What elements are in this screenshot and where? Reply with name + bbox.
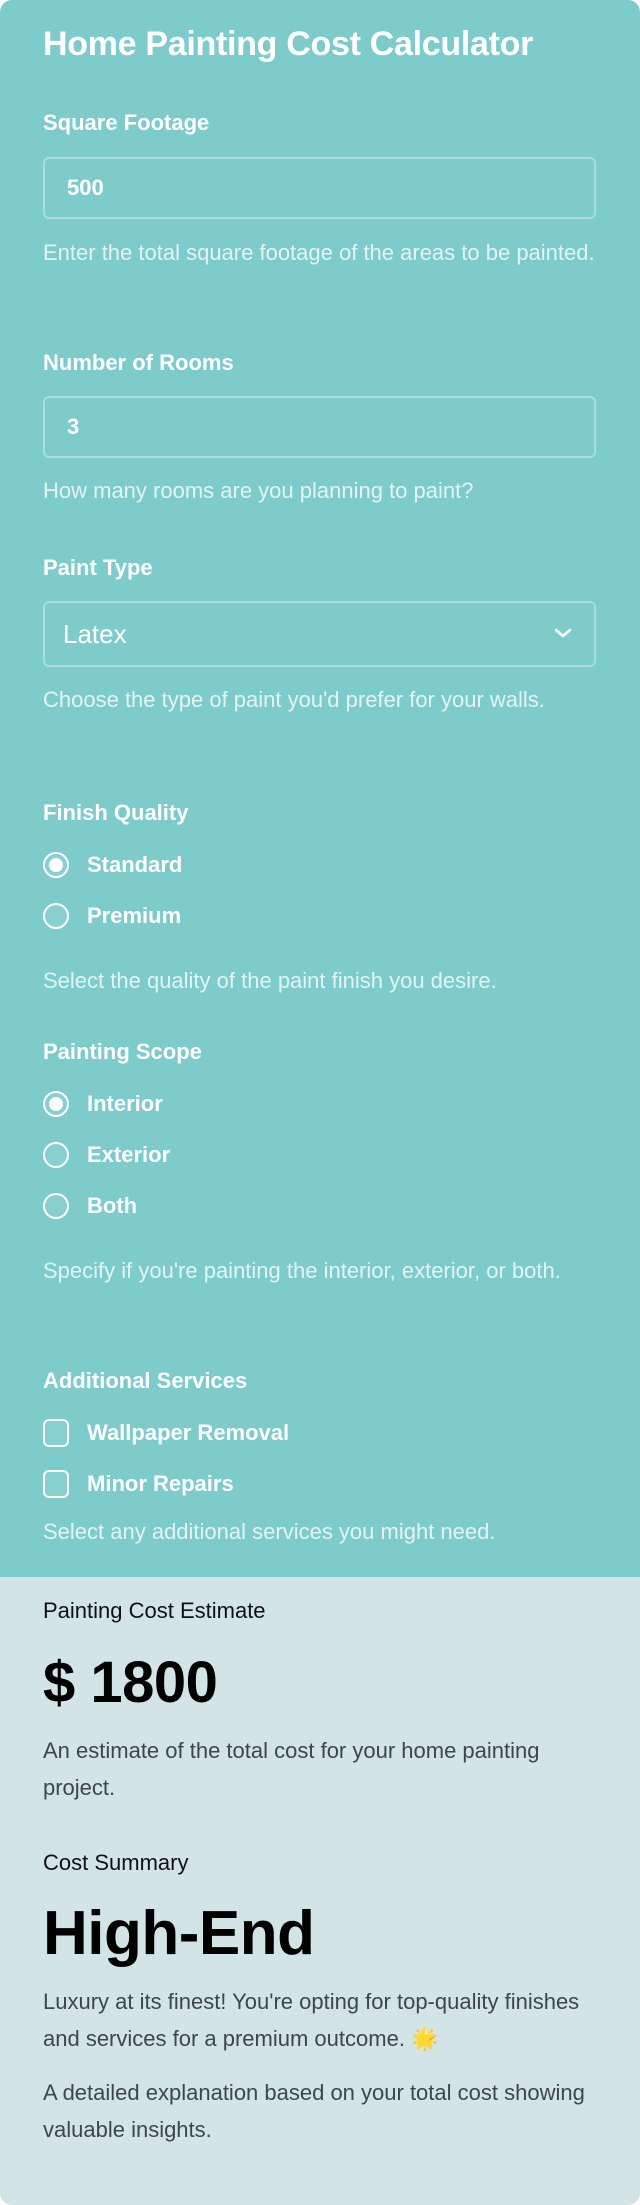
painting-scope-option-both[interactable]: Both [43,1189,137,1223]
option-label: Both [87,1193,138,1218]
checkbox-icon[interactable] [43,1470,69,1498]
star-icon: 🌟 [411,2026,439,2051]
option-label: Wallpaper Removal [87,1420,290,1445]
painting-scope-option-interior[interactable]: Interior [43,1087,163,1121]
paint-type-help: Choose the type of paint you'd prefer fo… [43,687,545,712]
calculator-card: Home Painting Cost Calculator Square Foo… [0,0,640,2205]
summary-label: Cost Summary [43,1850,189,1875]
rooms-label: Number of Rooms [43,350,234,375]
summary-text: Luxury at its finest! You're opting for … [43,1983,603,2057]
radio-unchecked-icon[interactable] [43,903,69,929]
option-label: Exterior [87,1142,171,1167]
option-label: Interior [87,1091,163,1116]
summary-text-content: Luxury at its finest! You're opting for … [43,1989,580,2051]
radio-unchecked-icon[interactable] [43,1193,69,1219]
additional-services-label: Additional Services [43,1368,248,1393]
estimate-label: Painting Cost Estimate [43,1598,266,1623]
radio-unchecked-icon[interactable] [43,1142,69,1168]
option-label: Premium [87,903,182,928]
square-footage-help: Enter the total square footage of the ar… [43,240,595,265]
estimate-help: An estimate of the total cost for your h… [43,1738,540,1800]
option-label: Standard [87,852,183,877]
summary-value: High-End [43,1899,315,1968]
finish-quality-help: Select the quality of the paint finish y… [43,968,497,993]
finish-quality-label: Finish Quality [43,800,189,825]
square-footage-label: Square Footage [43,110,210,135]
paint-type-label: Paint Type [43,555,153,580]
page-title: Home Painting Cost Calculator [43,25,534,63]
result-panel: Painting Cost Estimate $ 1800 An estimat… [0,1577,640,2205]
radio-checked-icon[interactable] [43,852,69,878]
painting-scope-option-exterior[interactable]: Exterior [43,1138,170,1172]
radio-checked-icon[interactable] [43,1091,69,1117]
paint-type-select[interactable]: Latex [43,601,596,667]
paint-type-selected: Latex [63,618,127,649]
summary-help: A detailed explanation based on your tot… [43,2080,585,2142]
additional-services-help: Select any additional services you might… [43,1519,496,1544]
option-label: Minor Repairs [87,1471,234,1496]
square-footage-input[interactable] [43,157,596,219]
calculator-form: Home Painting Cost Calculator Square Foo… [0,0,640,1577]
painting-scope-help: Specify if you're painting the interior,… [43,1258,561,1283]
finish-quality-option-premium[interactable]: Premium [43,899,181,933]
chevron-down-icon [554,628,572,638]
checkbox-icon[interactable] [43,1419,69,1447]
painting-scope-label: Painting Scope [43,1039,202,1064]
estimate-value: $ 1800 [43,1650,218,1715]
rooms-input[interactable] [43,396,596,458]
rooms-help: How many rooms are you planning to paint… [43,478,474,503]
finish-quality-option-standard[interactable]: Standard [43,848,182,882]
service-option-minor-repairs[interactable]: Minor Repairs [43,1467,234,1501]
service-option-wallpaper-removal[interactable]: Wallpaper Removal [43,1416,289,1450]
